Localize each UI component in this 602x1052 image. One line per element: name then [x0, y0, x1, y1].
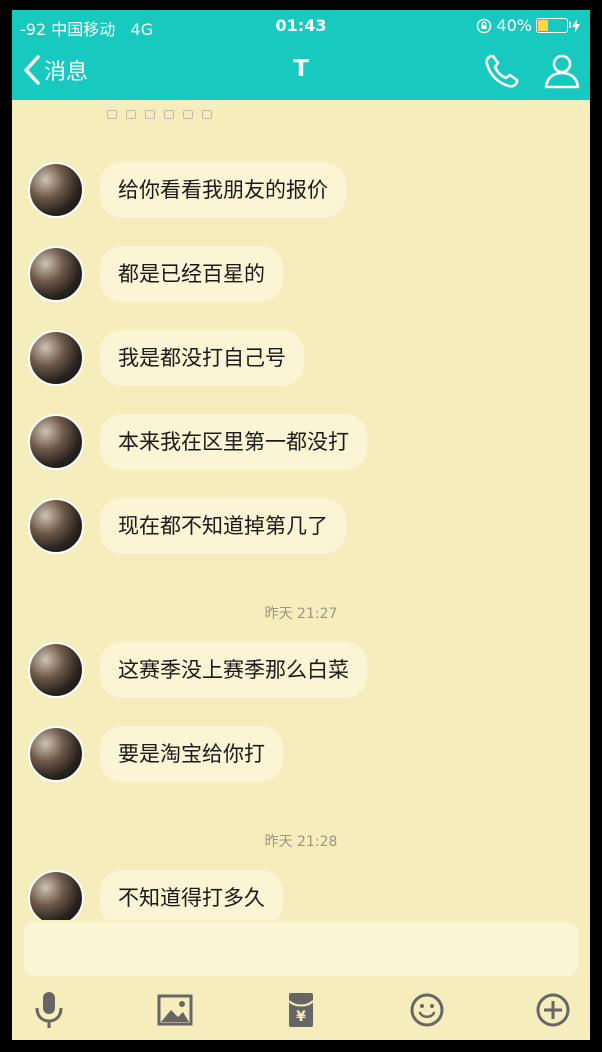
input-toolbar: ¥: [12, 980, 590, 1040]
message-list[interactable]: 给你看看我朋友的报价 都是已经百星的 我是都没打自己号 本来我在区里第一都没打 …: [12, 100, 590, 920]
message-bubble[interactable]: 本来我在区里第一都没打: [100, 414, 367, 470]
mini-toolbar: [107, 110, 212, 119]
avatar[interactable]: [28, 870, 84, 920]
rotation-lock-icon: [477, 18, 492, 33]
back-label: 消息: [44, 60, 89, 85]
nav-bar: 消息 T: [12, 40, 590, 100]
avatar[interactable]: [28, 726, 84, 782]
status-right: 40%: [476, 16, 580, 35]
message-bubble[interactable]: 都是已经百星的: [100, 246, 283, 302]
message-bubble[interactable]: 给你看看我朋友的报价: [100, 162, 346, 218]
mini-image-icon: [126, 110, 136, 119]
mini-emoji-icon: [183, 110, 193, 119]
image-icon[interactable]: [151, 986, 199, 1034]
avatar[interactable]: [28, 246, 84, 302]
timestamp: 昨天 21:27: [264, 606, 338, 622]
timestamp: 昨天 21:28: [264, 834, 338, 850]
message-bubble[interactable]: 不知道得打多久: [100, 870, 283, 920]
avatar[interactable]: [28, 414, 84, 470]
mini-camera-icon: [145, 110, 155, 119]
battery-percent: 40%: [496, 16, 532, 35]
avatar[interactable]: [28, 642, 84, 698]
message-bubble[interactable]: 这赛季没上赛季那么白菜: [100, 642, 367, 698]
message-input[interactable]: [24, 922, 578, 976]
chat-screen: -92 中国移动 4G 01:43 40% 消息 T 给你看看我朋友的报价 都是…: [12, 10, 590, 1040]
mini-plus-icon: [202, 110, 212, 119]
chevron-left-icon: [24, 55, 40, 85]
message-bubble[interactable]: 我是都没打自己号: [100, 330, 304, 386]
message-bubble[interactable]: 要是淘宝给你打: [100, 726, 283, 782]
back-button[interactable]: 消息: [22, 54, 88, 86]
phone-icon[interactable]: [482, 51, 522, 91]
avatar[interactable]: [28, 330, 84, 386]
mini-packet-icon: [164, 110, 174, 119]
status-bar: -92 中国移动 4G 01:43 40%: [12, 10, 590, 40]
person-icon[interactable]: [542, 51, 582, 91]
red-packet-icon[interactable]: ¥: [277, 986, 325, 1034]
avatar[interactable]: [28, 162, 84, 218]
battery-icon: [536, 18, 571, 33]
message-bubble[interactable]: 现在都不知道掉第几了: [100, 498, 346, 554]
charging-icon: [572, 18, 580, 33]
plus-circle-icon[interactable]: [529, 986, 577, 1034]
mini-mic-icon: [107, 110, 117, 119]
svg-text:¥: ¥: [296, 1009, 306, 1025]
avatar[interactable]: [28, 498, 84, 554]
microphone-icon[interactable]: [25, 986, 73, 1034]
emoji-icon[interactable]: [403, 986, 451, 1034]
